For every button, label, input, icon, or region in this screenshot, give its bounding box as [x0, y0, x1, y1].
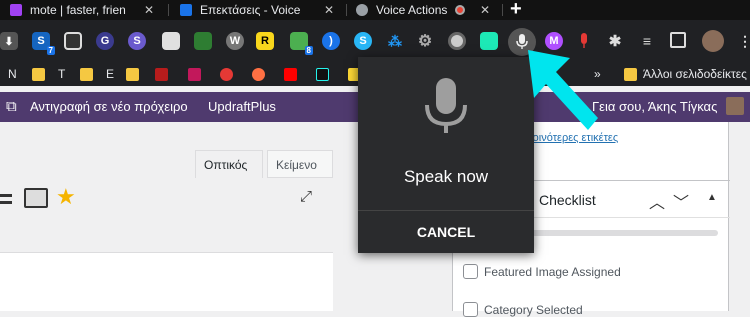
sidebar-toggle-icon[interactable]: [670, 32, 686, 48]
tiktok-icon: [316, 67, 329, 81]
site-icon: [188, 67, 201, 81]
briefcase-icon[interactable]: [162, 32, 180, 50]
tab-title: Voice Actions: [376, 3, 448, 17]
copy-draft-icon[interactable]: ⧉: [6, 98, 17, 115]
tab-strip: mote | faster, frien ✕ Επεκτάσεις - Voic…: [0, 0, 750, 20]
toolbar-toggle-icon[interactable]: [0, 194, 12, 204]
extension-s2-icon[interactable]: S: [128, 32, 146, 50]
fullscreen-icon[interactable]: ⤢: [300, 188, 312, 205]
playlist-icon[interactable]: ≡: [638, 32, 656, 50]
editor-content[interactable]: [0, 252, 333, 311]
bookmark-n[interactable]: N: [8, 66, 17, 82]
tab-separator: [168, 4, 169, 16]
updraftplus-link[interactable]: UpdraftPlus: [208, 99, 276, 114]
other-bookmarks[interactable]: Άλλοι σελιδοδείκτες: [624, 66, 747, 82]
bike-icon: [252, 67, 265, 81]
tab-separator: [502, 4, 503, 16]
bookmark-t[interactable]: T: [58, 66, 65, 82]
annotation-arrow-icon: [528, 50, 598, 130]
cancel-button[interactable]: CANCEL: [358, 211, 534, 253]
extensions-toolbar: ⬇ S7 G S W R 8 ) S ⁂ ⚙ M ✱ ≡ ⋮: [0, 20, 750, 62]
avatar[interactable]: [702, 30, 724, 52]
editor-area: Οπτικός Κείμενο ★ ⤢: [0, 122, 333, 311]
bookmark-folder[interactable]: [126, 66, 139, 82]
site-icon: [220, 67, 233, 81]
bookmark-folder[interactable]: [32, 66, 45, 82]
bookmark-site[interactable]: [252, 66, 265, 82]
close-tab-icon[interactable]: ✕: [144, 3, 154, 17]
recording-indicator-icon: [455, 5, 466, 15]
circle-icon[interactable]: [448, 32, 466, 50]
checkbox[interactable]: [463, 264, 478, 279]
site-icon: [155, 67, 168, 81]
bookmark-site[interactable]: [220, 66, 233, 82]
tab-visual[interactable]: Οπτικός: [195, 150, 263, 178]
gear-icon[interactable]: ⚙: [416, 32, 434, 50]
folder-icon: [32, 67, 45, 81]
download-icon[interactable]: ⬇: [0, 32, 18, 50]
tab-separator: [346, 4, 347, 16]
tab-title: Επεκτάσεις - Voice: [200, 3, 301, 17]
bookmark-e[interactable]: E: [106, 66, 114, 82]
panel-title: Checklist: [539, 192, 596, 208]
tab-title: mote | faster, frien: [30, 3, 126, 17]
close-tab-icon[interactable]: ✕: [480, 3, 490, 17]
signal-icon[interactable]: ): [322, 32, 340, 50]
folder-icon: [80, 67, 93, 81]
bookmark-site[interactable]: [155, 66, 168, 82]
chevron-up-icon[interactable]: ︿: [649, 189, 665, 213]
chevron-down-icon[interactable]: ﹀: [673, 189, 689, 213]
image-edit-icon[interactable]: [194, 32, 212, 50]
toggle-arrow-icon[interactable]: ▲: [707, 192, 717, 203]
window-icon[interactable]: [64, 32, 82, 50]
speech-popup: Speak now CANCEL: [358, 57, 534, 253]
chart-icon[interactable]: 8: [290, 32, 313, 55]
close-tab-icon[interactable]: ✕: [324, 3, 334, 17]
speak-now-text: Speak now: [403, 167, 489, 186]
bookmark-youtube[interactable]: [284, 66, 297, 82]
extension-yellow-icon[interactable]: R: [256, 32, 274, 50]
extension-s-icon[interactable]: S7: [32, 32, 55, 55]
wordpress-icon[interactable]: W: [226, 32, 244, 50]
new-tab-button[interactable]: +: [510, 0, 522, 21]
youtube-icon: [284, 67, 297, 81]
keyboard-icon[interactable]: [24, 188, 48, 208]
mic-favicon-icon: [356, 4, 368, 16]
bookmark-site[interactable]: [188, 66, 201, 82]
shazam-icon[interactable]: S: [354, 32, 372, 50]
checklist-item[interactable]: Category Selected: [463, 302, 583, 317]
tab-extensions[interactable]: Επεκτάσεις - Voice ✕: [180, 0, 340, 20]
bookmark-folder[interactable]: [80, 66, 93, 82]
bookmark-tiktok[interactable]: [316, 66, 329, 82]
tab-mote[interactable]: mote | faster, frien ✕: [10, 0, 160, 20]
user-avatar[interactable]: [726, 97, 744, 115]
tab-text[interactable]: Κείμενο: [267, 150, 333, 178]
folder-icon: [126, 67, 139, 81]
screenshot-icon[interactable]: [480, 32, 498, 50]
microphone-icon: [425, 78, 467, 133]
folder-icon: [624, 67, 637, 81]
extension-badge: 8: [304, 46, 313, 55]
tab-voice-actions[interactable]: Voice Actions ✕: [356, 0, 496, 20]
extension-badge: 7: [46, 46, 55, 55]
extension-g-icon[interactable]: G: [96, 32, 114, 50]
copy-draft-link[interactable]: Αντιγραφή σε νέο πρόχειρο: [30, 99, 188, 114]
checkbox[interactable]: [463, 302, 478, 317]
checklist-item[interactable]: Featured Image Assigned: [463, 264, 621, 279]
star-icon[interactable]: ★: [56, 184, 76, 210]
puzzle-favicon-icon: [180, 4, 192, 16]
mote-favicon-icon: [10, 4, 22, 16]
share-icon[interactable]: ⁂: [386, 32, 404, 50]
menu-dots-icon[interactable]: ⋮: [736, 32, 750, 50]
